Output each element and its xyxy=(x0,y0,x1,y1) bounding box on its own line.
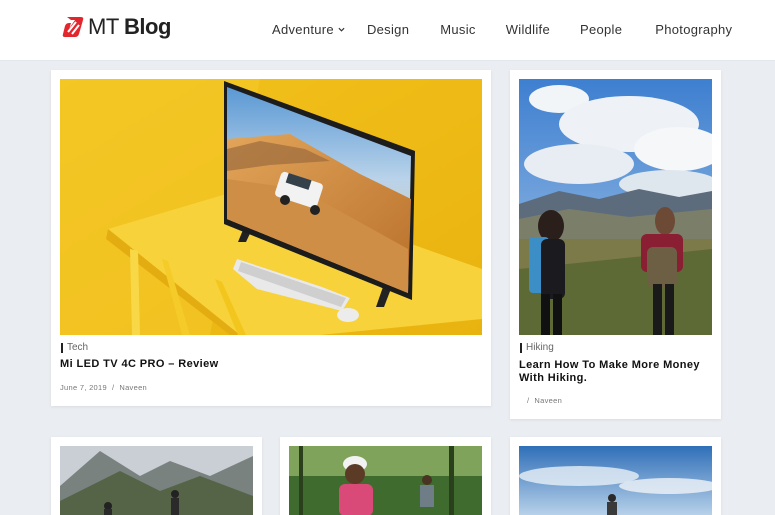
post-category[interactable]: Hiking xyxy=(520,343,554,353)
site-header: MT Blog Adventure Design Music Wildlife … xyxy=(0,0,775,61)
post-thumbnail-runner[interactable] xyxy=(289,446,482,515)
site-logo[interactable]: MT Blog xyxy=(61,13,171,41)
post-author[interactable]: Naveen xyxy=(534,396,562,405)
nav-item-label: Music xyxy=(440,22,476,37)
tv-desk-image xyxy=(60,79,482,335)
nav-item-design[interactable]: Design xyxy=(367,22,409,37)
nav-item-label: People xyxy=(580,22,623,37)
post-card-hiking: Hiking Learn How To Make More Money With… xyxy=(510,70,721,419)
nav-item-music[interactable]: Music xyxy=(440,22,475,37)
post-title[interactable]: Learn How To Make More Money With Hiking… xyxy=(519,359,714,385)
nav-item-label: Wildlife xyxy=(505,22,550,37)
nav-item-label: Adventure xyxy=(272,22,334,37)
logo-mark-icon xyxy=(62,17,84,37)
post-title[interactable]: Mi LED TV 4C PRO – Review xyxy=(60,358,480,371)
post-meta: June 7, 2019 / Naveen xyxy=(60,383,147,392)
post-thumbnail-hiking[interactable] xyxy=(519,79,712,335)
meta-separator: / xyxy=(111,383,115,392)
nav-item-people[interactable]: People xyxy=(580,22,622,37)
meta-separator: / xyxy=(527,396,530,405)
post-author[interactable]: Naveen xyxy=(119,383,147,392)
post-card-sky xyxy=(510,437,721,515)
post-meta: / Naveen xyxy=(522,396,562,405)
post-thumbnail-sky[interactable] xyxy=(519,446,712,515)
hiking-image xyxy=(519,79,712,335)
nav-item-label: Design xyxy=(366,22,410,37)
sky-image xyxy=(519,446,712,515)
nav-item-wildlife[interactable]: Wildlife xyxy=(506,22,550,37)
main-nav: Adventure Design Music Wildlife People P… xyxy=(272,22,732,37)
nav-item-photography[interactable]: Photography xyxy=(655,22,732,37)
nav-item-label: Photography xyxy=(655,22,733,37)
post-thumbnail-tv[interactable] xyxy=(60,79,482,335)
runner-image xyxy=(289,446,482,515)
post-card-featured: Tech Mi LED TV 4C PRO – Review June 7, 2… xyxy=(51,70,491,406)
post-card-runner xyxy=(280,437,491,515)
post-date: June 7, 2019 xyxy=(60,383,107,392)
post-category[interactable]: Tech xyxy=(61,343,88,353)
chevron-down-icon xyxy=(338,27,345,32)
nav-item-adventure[interactable]: Adventure xyxy=(272,22,345,37)
logo-text: MT Blog xyxy=(88,14,171,40)
logo-text-blog: Blog xyxy=(124,14,171,39)
mountain-image xyxy=(60,446,253,515)
post-thumbnail-mountain[interactable] xyxy=(60,446,253,515)
logo-text-mt: MT xyxy=(88,14,119,39)
post-card-mountain xyxy=(51,437,262,515)
